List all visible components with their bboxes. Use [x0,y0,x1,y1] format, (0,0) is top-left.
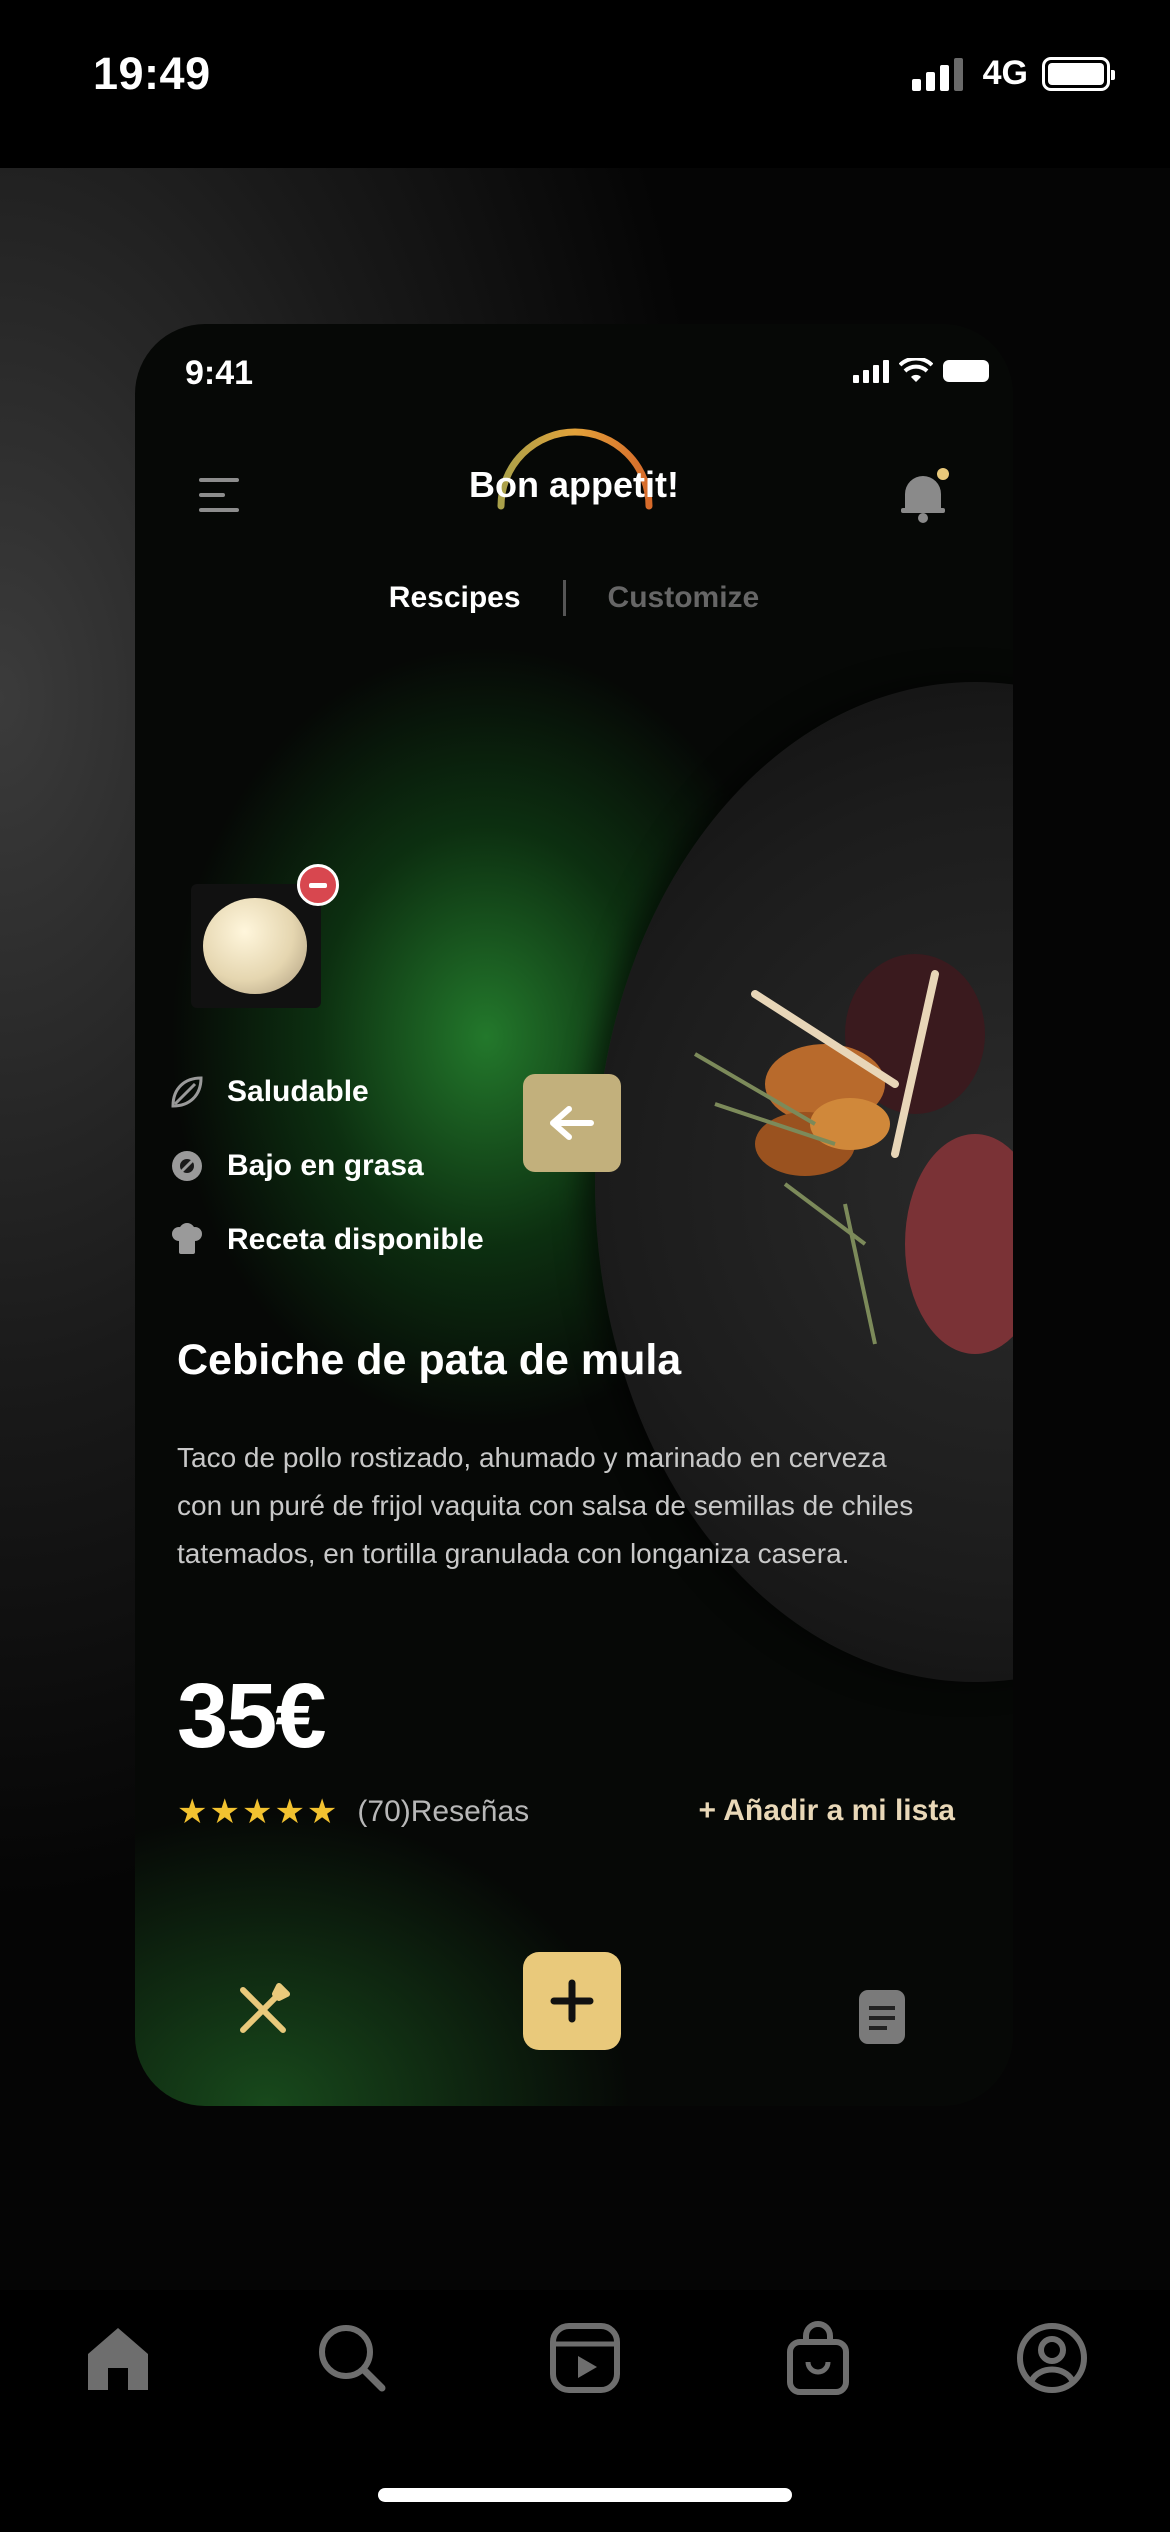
shop-icon[interactable] [778,2318,858,2398]
dish-price: 35€ [177,1665,326,1767]
review-count: (70)Reseñas [357,1795,530,1828]
home-icon[interactable] [78,2318,158,2398]
feature-recipe-available: Receta disponible [169,1222,484,1258]
menu-icon[interactable] [199,478,239,512]
system-clock: 19:49 [93,48,211,99]
dish-food-image [693,954,1013,1354]
home-indicator [378,2488,792,2502]
mockup-tabs: Rescipes Customize [135,580,1013,616]
plus-icon [550,1979,594,2023]
battery-icon [1042,56,1115,91]
ingredient-thumbnail[interactable] [191,884,321,1008]
feature-low-fat: Bajo en grasa [169,1148,424,1184]
app-mockup[interactable]: 9:41 Bon appetit! Rescipes Customize Sal… [135,324,1013,2106]
profile-icon[interactable] [1012,2318,1092,2398]
feature-recipe-label: Receta disponible [227,1223,484,1256]
add-to-list-button[interactable]: + Añadir a mi lista [699,1794,955,1828]
feature-healthy: Saludable [169,1074,369,1110]
system-status-bar: 19:49 4G [0,0,1170,168]
dish-title: Cebiche de pata de mula [177,1336,682,1384]
wifi-icon [899,358,933,382]
mockup-status-indicators [853,358,989,384]
reels-icon[interactable] [545,2318,625,2398]
feature-low-fat-label: Bajo en grasa [227,1149,424,1182]
search-icon[interactable] [312,2318,392,2398]
system-indicators: 4G [911,54,1115,93]
chef-hat-icon [172,1223,202,1254]
add-recipe-button[interactable] [523,1952,621,2050]
ingredient-image [203,898,307,994]
tab-recipes[interactable]: Rescipes [389,581,521,615]
leaf-icon [171,1076,203,1108]
rating-row: ★★★★★ (70)Reseñas [177,1792,529,1832]
remove-ingredient-button[interactable] [297,864,339,906]
feature-healthy-label: Saludable [227,1075,369,1108]
tab-divider [562,580,566,616]
mockup-clock: 9:41 [185,354,254,392]
previous-dish-button[interactable] [523,1074,621,1172]
network-type: 4G [982,54,1028,92]
app-brand-title: Bon appetit! [469,464,679,505]
cellular-signal-icon [911,57,963,91]
mockup-signal-icon [853,359,889,383]
dish-description: Taco de pollo rostizado, ahumado y marin… [177,1442,914,1569]
rating-stars: ★★★★★ [177,1793,340,1831]
document-icon[interactable] [857,1988,907,2046]
cutlery-icon[interactable] [235,1982,291,2038]
notification-bell-icon[interactable] [893,464,953,528]
mockup-battery-icon [943,360,989,382]
arrow-left-icon [550,1106,594,1140]
tab-customize[interactable]: Customize [608,581,760,615]
no-fat-icon [172,1151,202,1181]
